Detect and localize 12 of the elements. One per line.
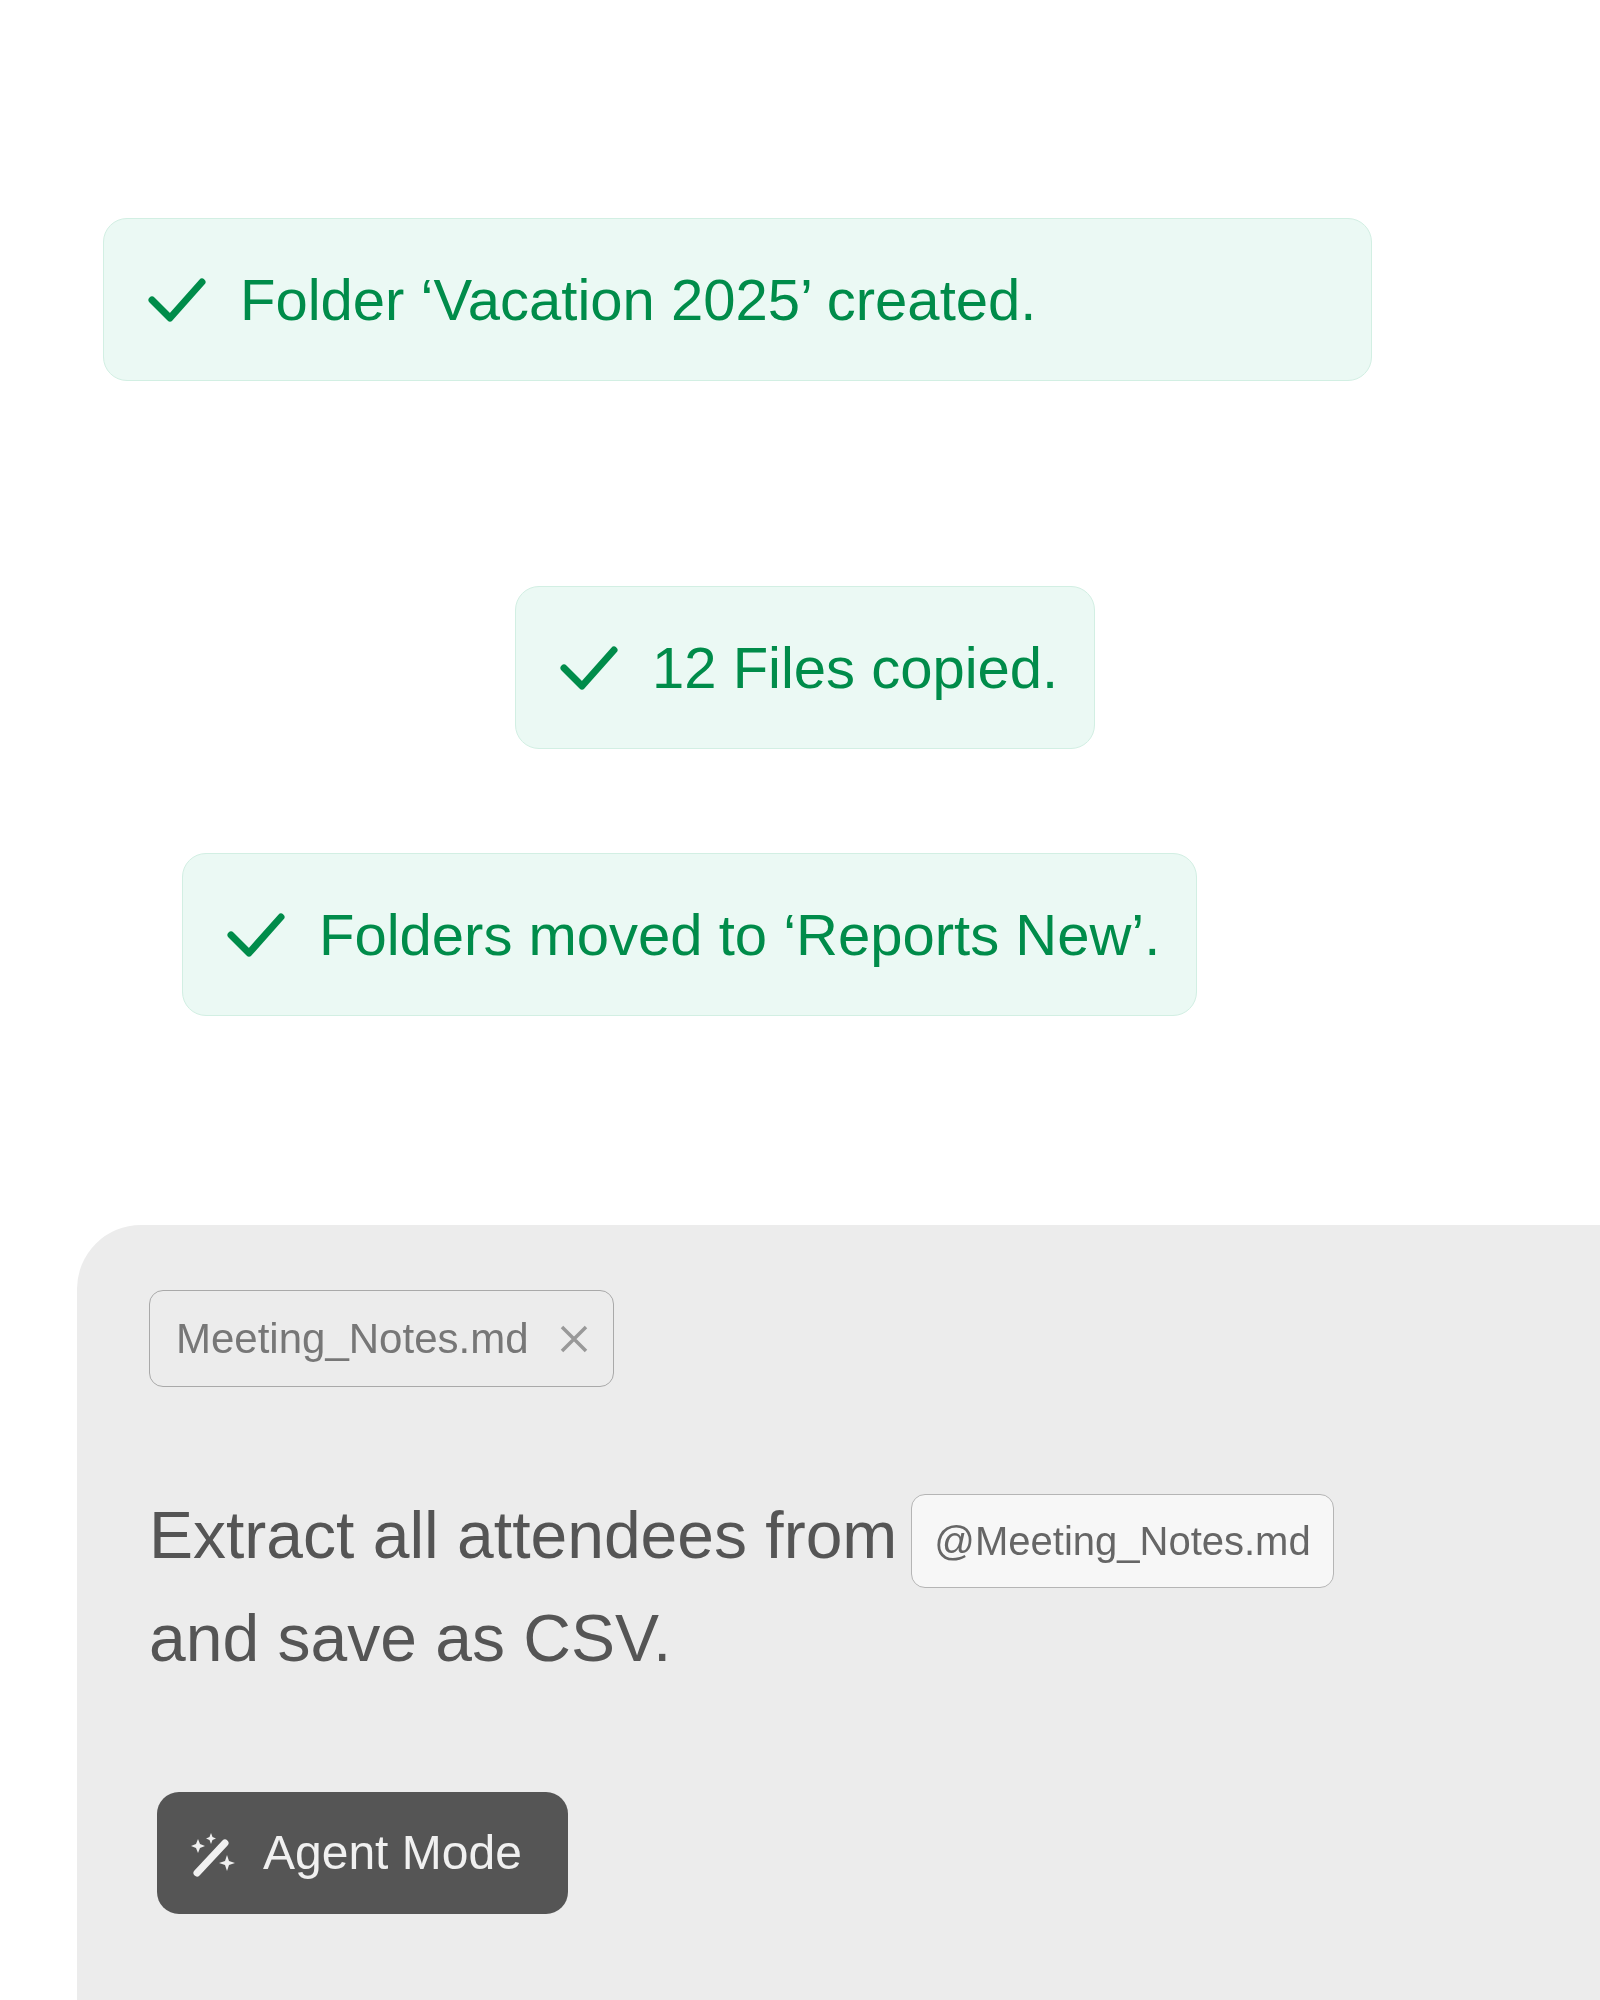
close-icon[interactable] xyxy=(558,1323,589,1354)
prompt-text[interactable]: Extract all attendees from @Meeting_Notes.md and save as CSV. xyxy=(149,1485,1549,1688)
toast-message: Folder ‘Vacation 2025’ created. xyxy=(240,266,1037,333)
toast-message: 12 Files copied. xyxy=(652,634,1059,701)
toast-message: Folders moved to ‘Reports New’. xyxy=(319,901,1161,968)
attachment-chip[interactable]: Meeting_Notes.md xyxy=(149,1290,614,1387)
file-mention[interactable]: @Meeting_Notes.md xyxy=(911,1493,1334,1588)
checkmark-icon xyxy=(227,912,285,957)
checkmark-icon xyxy=(560,645,618,690)
attachment-name: Meeting_Notes.md xyxy=(176,1314,529,1363)
checkmark-icon xyxy=(148,277,206,322)
agent-mode-button[interactable]: Agent Mode xyxy=(157,1791,568,1914)
